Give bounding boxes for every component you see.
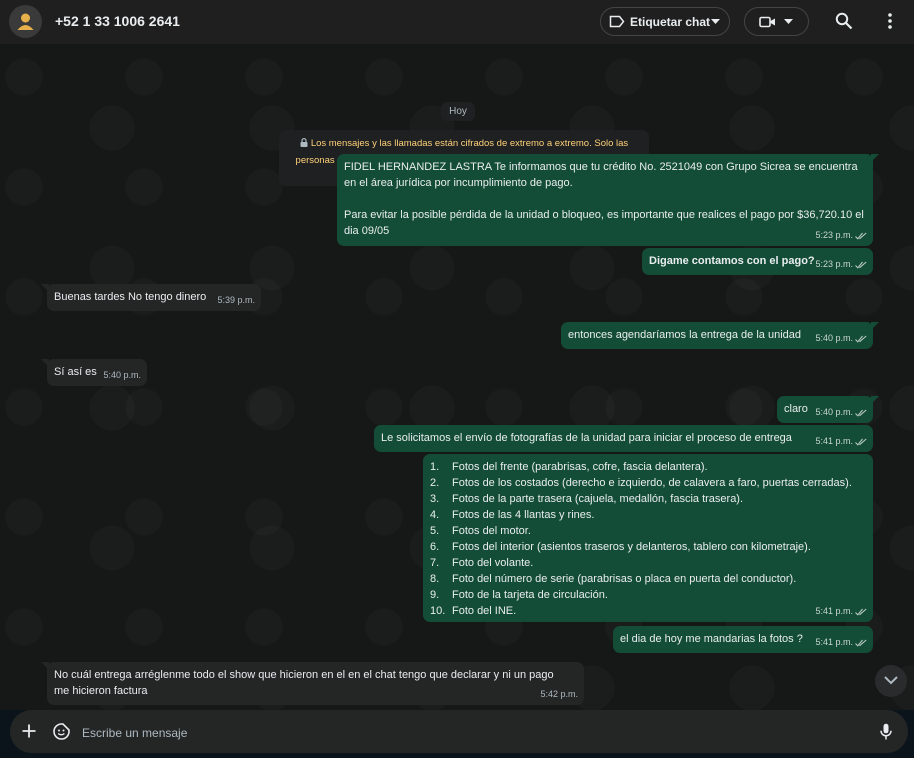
- message-time: 5:41 p.m.: [815, 606, 853, 616]
- message-text: Le solicitamos el envío de fotografías d…: [381, 432, 792, 444]
- message-meta: 5:23 p.m.: [815, 227, 867, 243]
- search-icon[interactable]: [835, 12, 853, 30]
- list-item: 4. Fotos de las 4 llantas y rines.: [430, 509, 595, 521]
- label-icon: [609, 15, 625, 28]
- message-bubble-outgoing[interactable]: 1. Fotos del frente (parabrisas, cofre, f…: [423, 454, 873, 622]
- list-item: 2. Fotos de los costados (derecho e izqui…: [430, 477, 852, 489]
- message-bubble-incoming[interactable]: Sí así es 5:40 p.m.: [41, 359, 147, 386]
- message-bubble-incoming[interactable]: Buenas tardes No tengo dinero 5:39 p.m.: [41, 284, 261, 311]
- message-meta: 5:40 p.m.: [815, 330, 867, 346]
- message-bubble-outgoing[interactable]: Le solicitamos el envío de fotografías d…: [374, 425, 873, 452]
- double-check-icon: [855, 261, 867, 269]
- message-meta: 5:23 p.m.: [815, 256, 867, 272]
- message-time: 5:40 p.m.: [815, 333, 853, 343]
- double-check-icon: [855, 438, 867, 446]
- chevron-down-icon: [711, 19, 720, 24]
- message-time: 5:41 p.m.: [815, 637, 853, 647]
- message-time: 5:42 p.m.: [540, 689, 578, 699]
- list-item: 9. Foto de la tarjeta de circulación.: [430, 589, 608, 601]
- message-bubble-outgoing[interactable]: Digame contamos con el pago? 5:23 p.m.: [642, 248, 873, 275]
- bubble-tail: [871, 154, 879, 162]
- chat-header: +52 1 33 1006 2641 Etiquetar chat: [0, 0, 914, 44]
- message-time: 5:23 p.m.: [815, 230, 853, 240]
- chevron-down-icon: [884, 676, 898, 685]
- list-item: 3. Fotos de la parte trasera (cajuela, me…: [430, 493, 744, 505]
- double-check-icon: [855, 335, 867, 343]
- bubble-tail: [41, 284, 49, 292]
- person-icon: [17, 13, 34, 30]
- message-time: 5:40 p.m.: [815, 407, 853, 417]
- scroll-to-bottom-button[interactable]: [875, 665, 907, 697]
- message-time: 5:23 p.m.: [815, 259, 853, 269]
- video-camera-icon: [759, 16, 775, 28]
- label-chat-text: Etiquetar chat: [630, 15, 711, 29]
- message-bubble-outgoing[interactable]: entonces agendaríamos la entrega de la u…: [561, 322, 879, 349]
- contact-name[interactable]: +52 1 33 1006 2641: [55, 13, 180, 29]
- video-call-button[interactable]: [744, 7, 809, 36]
- more-options-icon[interactable]: [883, 12, 897, 30]
- bubble-tail: [871, 396, 879, 404]
- date-divider: Hoy: [441, 102, 475, 121]
- bubble-tail: [871, 322, 879, 330]
- message-composer: [10, 710, 908, 753]
- message-text: No cuál entrega arréglenme todo el show …: [54, 669, 554, 697]
- microphone-icon[interactable]: [880, 723, 892, 740]
- double-check-icon: [855, 608, 867, 616]
- message-text: Para evitar la posible pérdida de la uni…: [344, 209, 864, 237]
- message-text: FIDEL HERNANDEZ LASTRA Te informamos que…: [344, 161, 858, 189]
- list-item: 6. Fotos del interior (asientos traseros …: [430, 541, 811, 553]
- message-list: Hoy Los mensajes y las llamadas están ci…: [0, 44, 914, 710]
- plus-icon[interactable]: [21, 723, 37, 739]
- message-bubble-incoming[interactable]: No cuál entrega arréglenme todo el show …: [41, 662, 584, 705]
- lock-icon: [300, 138, 308, 147]
- message-meta: 5:41 p.m.: [815, 603, 867, 619]
- message-meta: 5:41 p.m.: [815, 634, 867, 650]
- list-item: 8. Foto del número de serie (parabrisas o…: [430, 573, 797, 585]
- list-item: 1. Fotos del frente (parabrisas, cofre, f…: [430, 461, 708, 473]
- double-check-icon: [855, 232, 867, 240]
- bubble-tail: [41, 662, 49, 670]
- double-check-icon: [855, 639, 867, 647]
- message-bubble-outgoing[interactable]: el dia de hoy me mandarias la fotos ? 5:…: [613, 626, 873, 653]
- message-meta: 5:41 p.m.: [815, 433, 867, 449]
- message-bubble-outgoing[interactable]: claro 5:40 p.m.: [777, 396, 879, 423]
- list-item: 10. Foto del INE.: [430, 605, 517, 617]
- message-time: 5:41 p.m.: [815, 436, 853, 446]
- message-input[interactable]: [80, 722, 844, 744]
- message-meta: 5:40 p.m.: [815, 404, 867, 420]
- label-chat-button[interactable]: Etiquetar chat: [600, 7, 730, 36]
- photo-requirements-list: 1. Fotos del frente (parabrisas, cofre, f…: [430, 459, 866, 619]
- list-item: 5. Fotos del motor.: [430, 525, 531, 537]
- message-time: 5:40 p.m.: [103, 370, 141, 380]
- sticker-emoji-icon[interactable]: [52, 722, 71, 741]
- list-item: 7. Foto del volante.: [430, 557, 534, 569]
- double-check-icon: [855, 409, 867, 417]
- message-time: 5:39 p.m.: [217, 295, 255, 305]
- bubble-tail: [41, 359, 49, 367]
- contact-avatar[interactable]: [9, 5, 42, 38]
- chevron-down-icon: [784, 19, 793, 24]
- message-bubble-outgoing[interactable]: FIDEL HERNANDEZ LASTRA Te informamos que…: [337, 154, 879, 246]
